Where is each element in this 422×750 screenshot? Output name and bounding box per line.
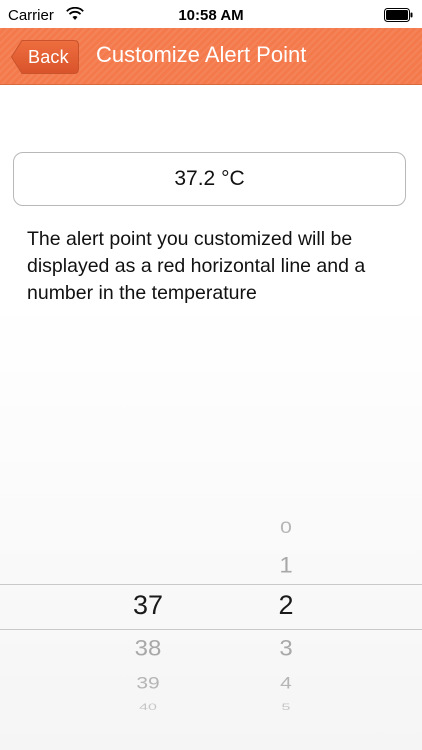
back-button[interactable]: Back	[10, 39, 80, 75]
status-bar: Carrier 10:58 AM	[0, 0, 422, 30]
battery-icon	[384, 8, 413, 22]
picker-decimal-item[interactable]: 0	[241, 518, 331, 537]
status-time: 10:58 AM	[178, 7, 244, 24]
navigation-bar: Back Customize Alert Point	[0, 28, 422, 85]
picker-selection-bottom-line	[0, 629, 422, 630]
picker-whole-item[interactable]: 40	[103, 703, 193, 713]
alert-description: The alert point you customized will be d…	[27, 228, 366, 304]
picker-decimal-item[interactable]: 3	[241, 636, 331, 662]
picker-decimal-item[interactable]: 4	[241, 675, 331, 694]
alert-value-field[interactable]: 37.2 °C	[13, 152, 406, 206]
picker-whole-item[interactable]: 38	[103, 636, 193, 662]
picker-whole-item[interactable]: 39	[103, 675, 193, 694]
page-title: Customize Alert Point	[96, 42, 307, 67]
picker-decimal-item[interactable]: 5	[241, 703, 331, 713]
picker-selection-top-line	[0, 584, 422, 585]
picker-whole-item[interactable]: 37	[103, 590, 193, 621]
picker-decimal-item[interactable]: 1	[241, 553, 331, 579]
picker-decimal-item[interactable]: 2	[241, 590, 331, 621]
alert-point-picker[interactable]: 37 38 39 40 0 1 2 3 4 5	[0, 510, 422, 720]
back-label: Back	[28, 47, 69, 67]
